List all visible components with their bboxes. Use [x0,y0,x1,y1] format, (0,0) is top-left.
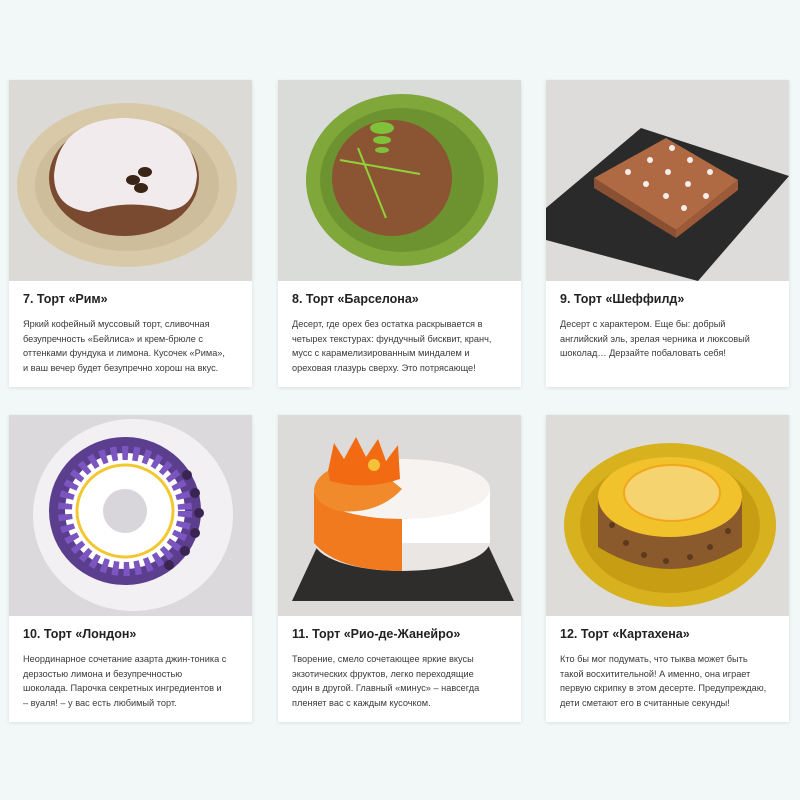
cake-description: Яркий кофейный муссовый торт, сливочная … [23,319,225,373]
cake-photo-rio [278,415,521,616]
cake-card-rio[interactable]: 11. Торт «Рио-де-Жанейро» Творение, смел… [278,415,521,722]
cake-grid: 7. Торт «Рим» Яркий кофейный муссовый то… [0,0,800,800]
cake-photo-rome [9,80,252,281]
cake-card-london[interactable]: 10. Торт «Лондон» Неординарное сочетание… [9,415,252,722]
cake-title: 9. Торт «Шеффилд» [560,292,685,306]
cake-title: 12. Торт «Картахена» [560,627,690,641]
cake-title: 11. Торт «Рио-де-Жанейро» [292,627,461,641]
cake-title: 10. Торт «Лондон» [23,627,137,641]
cake-description: Кто бы мог подумать, что тыква может быт… [560,654,767,708]
cake-description: Творение, смело сочетающее яркие вкусы э… [292,654,480,708]
cake-description: Неординарное сочетание азарта джин-тоник… [23,654,227,708]
cake-description: Десерт с характером. Еще бы: добрый англ… [560,319,750,359]
cake-card-barcelona[interactable]: 8. Торт «Барселона» Десерт, где орех без… [278,80,521,387]
cake-title: 7. Торт «Рим» [23,292,108,306]
cake-photo-barcelona [278,80,521,281]
cake-card-sheffield[interactable]: 9. Торт «Шеффилд» Десерт с характером. Е… [546,80,789,387]
cake-card-cartagena[interactable]: 12. Торт «Картахена» Кто бы мог подумать… [546,415,789,722]
cake-title: 8. Торт «Барселона» [292,292,419,306]
cake-photo-london [9,415,252,616]
cake-photo-sheffield [546,80,789,281]
cake-photo-cartagena [546,415,789,616]
cake-description: Десерт, где орех без остатка раскрываетс… [292,319,492,373]
cake-card-rome[interactable]: 7. Торт «Рим» Яркий кофейный муссовый то… [9,80,252,387]
